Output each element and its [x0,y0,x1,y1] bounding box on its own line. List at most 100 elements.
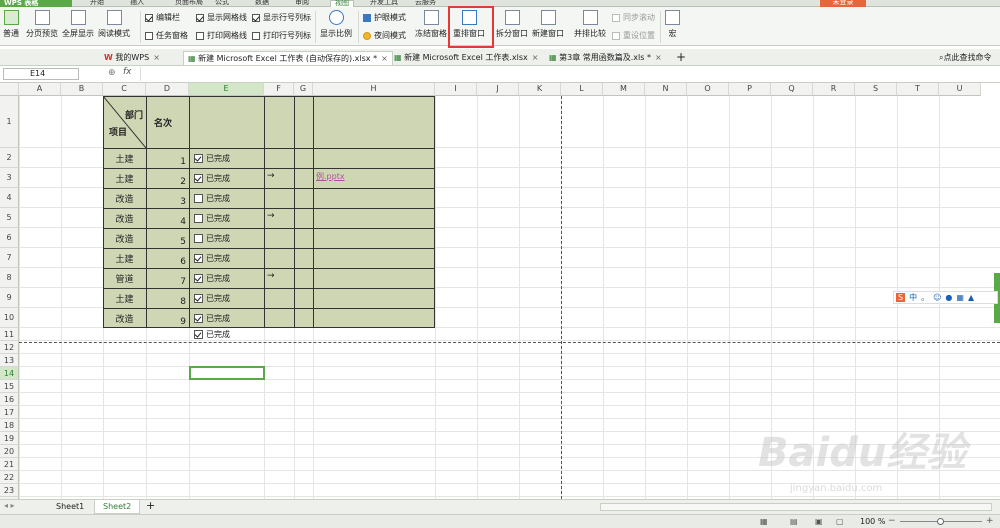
menu-tab-cloud[interactable]: 云服务 [415,0,436,7]
rank-cell[interactable]: 4 [146,208,186,228]
row-header[interactable]: 17 [0,406,19,419]
fullscreen-button[interactable]: 全屏显示 [62,10,94,39]
page-break-view-icon[interactable]: ▣ [815,517,823,526]
rank-cell[interactable]: 9 [146,308,186,328]
night-mode-button[interactable]: 夜间模式 [363,30,406,41]
normal-view-icon[interactable]: ▦ [760,517,768,526]
column-header[interactable]: I [435,83,477,96]
dept-cell[interactable]: 管道 [103,268,146,288]
page-layout-view-icon[interactable]: ▤ [790,517,798,526]
menu-tab-data[interactable]: 数据 [255,0,269,7]
sheet-tab-sheet2[interactable]: Sheet2 [94,500,141,514]
sheet-tab-sheet1[interactable]: Sheet1 [48,500,92,514]
reset-position-button[interactable]: 重设位置 [612,30,655,41]
select-all-corner[interactable] [0,83,19,96]
status-checkbox[interactable]: 已完成 [194,293,230,304]
row-header[interactable]: 3 [0,168,19,188]
row-header[interactable]: 22 [0,471,19,484]
rank-cell[interactable]: 7 [146,268,186,288]
zoom-level[interactable]: 100 % [860,517,885,526]
freeze-panes-button[interactable]: 冻结窗格 [415,10,447,39]
column-header[interactable]: N [645,83,687,96]
print-gridlines-toggle[interactable]: 打印网格线 [196,30,247,41]
row-header[interactable]: 15 [0,380,19,393]
checkbox-icon[interactable] [194,254,203,263]
dept-cell[interactable]: 改造 [103,308,146,328]
menu-tab-page-layout[interactable]: 页面布局 [175,0,203,7]
print-headers-toggle[interactable]: 打印行号列标 [252,30,311,41]
column-header[interactable]: L [561,83,603,96]
row-header[interactable]: 8 [0,268,19,288]
magnifier-icon[interactable]: ⊕ [108,68,116,78]
zoom-in-icon[interactable]: + [986,516,994,526]
status-checkbox[interactable]: 已完成 [194,329,230,340]
menu-tab-insert[interactable]: 插入 [130,0,144,7]
rank-cell[interactable]: 3 [146,188,186,208]
column-header[interactable]: H [313,83,435,96]
name-box[interactable]: E14 [3,68,79,80]
dept-cell[interactable]: 土建 [103,288,146,308]
column-header[interactable]: U [939,83,981,96]
zoom-ratio-button[interactable]: 显示比例 [320,10,352,39]
show-gridlines-toggle[interactable]: 显示网格线 [196,12,247,23]
ime-toolbar[interactable]: S 中 。 ☺ ● ▦ ▲ [893,291,998,304]
row-header[interactable]: 18 [0,419,19,432]
checkbox-icon[interactable] [194,194,203,203]
edit-bar-toggle[interactable]: 编辑栏 [145,12,180,23]
dept-cell[interactable]: 土建 [103,148,146,168]
status-checkbox[interactable]: 已完成 [194,273,230,284]
row-header[interactable]: 13 [0,354,19,367]
checkbox-icon[interactable] [194,314,203,323]
sheet-nav-icon[interactable]: ◂ ▸ [4,501,15,510]
doc-tab-workbook[interactable]: ▦ 新建 Microsoft Excel 工作表.xlsx × [390,51,542,65]
status-checkbox[interactable]: 已完成 [194,233,230,244]
split-window-button[interactable]: 拆分窗口 [496,10,528,39]
app-brand-button[interactable]: WPS 表格 [0,0,72,7]
row-header[interactable]: 12 [0,341,19,354]
close-icon[interactable]: × [153,53,160,62]
status-checkbox[interactable]: 已完成 [194,173,230,184]
column-header[interactable]: R [813,83,855,96]
column-header[interactable]: B [61,83,103,96]
command-search[interactable]: ⌕点此查找命令 [935,51,995,65]
row-header[interactable]: 20 [0,445,19,458]
normal-view-button[interactable]: 普通 [3,10,19,39]
row-header[interactable]: 9 [0,288,19,308]
column-header[interactable]: A [19,83,61,96]
row-header[interactable]: 5 [0,208,19,228]
row-header[interactable]: 7 [0,248,19,268]
new-window-button[interactable]: 新建窗口 [532,10,564,39]
status-checkbox[interactable]: 已完成 [194,153,230,164]
dept-cell[interactable]: 土建 [103,168,146,188]
reading-mode-button[interactable]: 阅读模式 [98,10,130,39]
zoom-out-icon[interactable]: − [888,516,896,526]
column-header[interactable]: G [294,83,313,96]
show-headers-toggle[interactable]: 显示行号列标 [252,12,311,23]
new-tab-plus-icon[interactable]: + [672,51,690,65]
column-header[interactable]: T [897,83,939,96]
row-header[interactable]: 19 [0,432,19,445]
checkbox-icon[interactable] [194,234,203,243]
row-header[interactable]: 2 [0,148,19,168]
rank-cell[interactable]: 8 [146,288,186,308]
dept-cell[interactable]: 土建 [103,248,146,268]
checkbox-icon[interactable] [194,154,203,163]
rank-cell[interactable]: 1 [146,148,186,168]
row-header[interactable]: 23 [0,484,19,497]
column-header[interactable]: O [687,83,729,96]
eye-mode-button[interactable]: 护眼模式 [363,12,406,23]
rank-cell[interactable]: 5 [146,228,186,248]
checkbox-icon[interactable] [194,174,203,183]
status-checkbox[interactable]: 已完成 [194,253,230,264]
fx-button[interactable]: fx [123,67,132,77]
dept-cell[interactable]: 改造 [103,208,146,228]
column-header[interactable]: Q [771,83,813,96]
page-break-preview-button[interactable]: 分页预览 [26,10,58,39]
row-header[interactable]: 1 [0,96,19,148]
menu-tab-home[interactable]: 开始 [90,0,104,7]
row-header[interactable]: 4 [0,188,19,208]
column-header[interactable]: P [729,83,771,96]
status-checkbox[interactable]: 已完成 [194,213,230,224]
column-header[interactable]: M [603,83,645,96]
checkbox-icon[interactable] [194,274,203,283]
